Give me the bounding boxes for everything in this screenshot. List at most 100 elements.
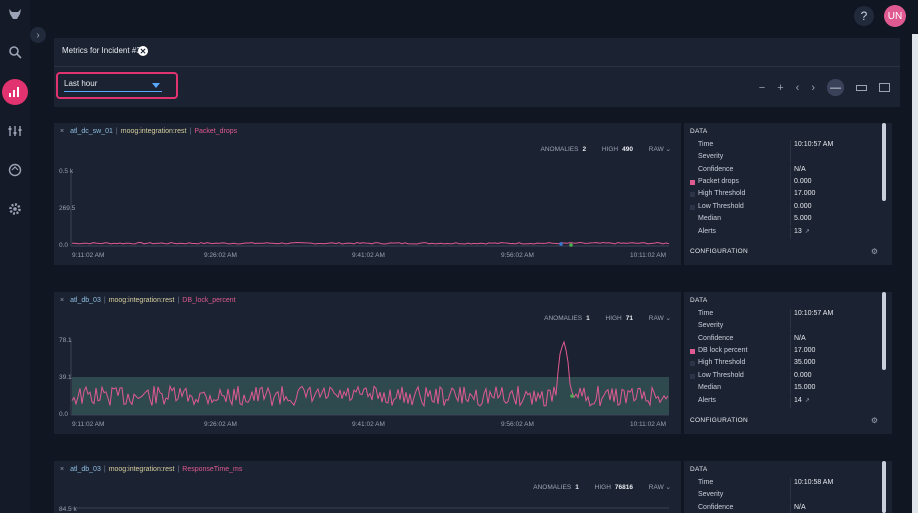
series-swatch[interactable]: [690, 192, 695, 197]
anomaly-marker[interactable]: [569, 243, 573, 247]
pan-right-button[interactable]: ›: [811, 82, 815, 94]
metric-chart-2[interactable]: 78.1 39.1 0.0 9:11:02 AM 9:26:02 AM 9:41…: [54, 292, 681, 434]
row-label: Time: [698, 479, 714, 486]
row-value: 0.000: [794, 178, 812, 185]
x-tick: 9:11:02 AM: [72, 252, 104, 259]
data-panel-2: DATA Time 10:10:57 AM Severity Confidence…: [684, 292, 892, 434]
row-value: 5.000: [794, 215, 812, 222]
sidebar-expand-button[interactable]: ›: [30, 27, 46, 43]
page-scrollbar[interactable]: [912, 34, 918, 513]
data-panel-scrollbar[interactable]: [882, 123, 886, 201]
zoom-in-button[interactable]: +: [777, 82, 783, 94]
row-label: DB lock percent: [698, 347, 748, 354]
alerts-link[interactable]: 13 ↗: [794, 228, 810, 235]
data-row-low-threshold: Low Threshold 0.000: [690, 202, 880, 214]
x-tick: 9:26:02 AM: [204, 252, 237, 259]
y-tick: 0.0: [59, 242, 68, 249]
row-label: Median: [698, 215, 721, 222]
data-row-median: Median 15.000: [690, 383, 880, 395]
data-row-severity: Severity: [690, 152, 880, 164]
data-row-confidence: Confidence N/A: [690, 503, 880, 513]
row-label: Severity: [698, 322, 724, 329]
x-tick: 10:11:02 AM: [630, 252, 666, 259]
series-swatch[interactable]: [690, 374, 695, 379]
data-row-high-threshold: High Threshold 35.000: [690, 358, 880, 370]
anomaly-marker[interactable]: [570, 394, 574, 398]
layout-compact-icon[interactable]: [856, 84, 867, 91]
time-range-value: Last hour: [64, 79, 98, 88]
metric-chart-3[interactable]: 84.5 k: [54, 461, 681, 513]
x-tick: 10:11:02 AM: [630, 421, 666, 428]
refresh-cycle-icon[interactable]: [5, 160, 25, 180]
row-value: 13: [794, 228, 802, 235]
gear-icon[interactable]: ⚙: [871, 416, 878, 425]
data-section-title: DATA: [690, 466, 708, 473]
anomaly-marker[interactable]: [559, 242, 563, 246]
row-label: Severity: [698, 491, 724, 498]
y-tick: 269.5: [59, 205, 76, 212]
row-label: Severity: [698, 153, 724, 160]
data-panel-scrollbar[interactable]: [882, 292, 886, 370]
avatar[interactable]: UN: [884, 5, 906, 27]
top-right-actions: ? UN: [854, 5, 906, 27]
y-tick: 84.5 k: [59, 506, 77, 513]
sidebar: [0, 0, 30, 513]
data-row-metric: DB lock percent 17.000: [690, 346, 880, 358]
data-row-time: Time 10:10:57 AM: [690, 140, 880, 152]
data-row-time: Time 10:10:58 AM: [690, 478, 880, 490]
page-title: Metrics for Incident #3: [62, 46, 141, 55]
data-panel-scrollbar[interactable]: [882, 461, 886, 513]
row-value: 10:10:58 AM: [794, 479, 834, 486]
series-swatch[interactable]: [690, 205, 695, 210]
config-section-title: CONFIGURATION: [690, 417, 748, 424]
help-button[interactable]: ?: [854, 6, 874, 26]
close-icon[interactable]: ✕: [138, 46, 148, 56]
layout-full-icon[interactable]: [879, 83, 890, 92]
search-icon[interactable]: [5, 42, 25, 62]
series-swatch[interactable]: [690, 349, 695, 354]
series-swatch[interactable]: [690, 180, 695, 185]
row-label: Low Threshold: [698, 203, 744, 210]
data-row-severity: Severity: [690, 490, 880, 502]
row-value: 14: [794, 397, 802, 404]
row-label: Confidence: [698, 335, 734, 342]
time-range-select[interactable]: Last hour: [56, 72, 178, 99]
data-row-low-threshold: Low Threshold 0.000: [690, 371, 880, 383]
row-label: Confidence: [698, 504, 734, 511]
row-value: N/A: [794, 504, 806, 511]
alerts-link[interactable]: 14 ↗: [794, 397, 810, 404]
x-tick: 9:56:02 AM: [501, 252, 534, 259]
metrics-icon[interactable]: [2, 79, 28, 105]
row-label: High Threshold: [698, 359, 746, 366]
series-line: [71, 241, 670, 245]
gear-icon[interactable]: [5, 199, 25, 219]
data-section-title: DATA: [690, 128, 708, 135]
external-link-icon[interactable]: ↗: [805, 229, 810, 235]
external-link-icon[interactable]: ↗: [805, 398, 810, 404]
row-value: 15.000: [794, 384, 816, 391]
row-label: Median: [698, 384, 721, 391]
data-panel-1: DATA Time 10:10:57 AM Severity Confidence…: [684, 123, 892, 265]
row-label: High Threshold: [698, 190, 746, 197]
data-row-alerts: Alerts 13 ↗: [690, 227, 880, 239]
row-label: Time: [698, 310, 714, 317]
x-tick: 9:56:02 AM: [501, 421, 534, 428]
x-tick: 9:41:02 AM: [352, 421, 385, 428]
zoom-out-button[interactable]: −: [759, 82, 765, 94]
window-header: Metrics for Incident #3 ✕: [54, 38, 900, 67]
pan-left-button[interactable]: ‹: [796, 82, 800, 94]
x-tick: 9:26:02 AM: [204, 421, 237, 428]
chevron-down-icon: [152, 83, 160, 88]
equalizer-icon[interactable]: [5, 121, 25, 141]
series-swatch[interactable]: [690, 361, 695, 366]
row-value: 17.000: [794, 347, 816, 354]
x-tick: 9:41:02 AM: [352, 252, 385, 259]
y-tick: 0.0: [59, 411, 68, 418]
metric-panel-1: × atl_dc_sw_01 | moog:integration:rest | Pack…: [54, 123, 681, 265]
data-row-metric: Packet drops 0.000: [690, 177, 880, 189]
row-value: 0.000: [794, 372, 812, 379]
layout-line-button[interactable]: —: [827, 79, 844, 96]
gear-icon[interactable]: ⚙: [871, 247, 878, 256]
metric-chart-1[interactable]: 0.5 k 269.5 0.0 9:11:02 AM 9:26:02 AM 9:…: [54, 123, 681, 265]
logo-icon[interactable]: [5, 4, 25, 24]
